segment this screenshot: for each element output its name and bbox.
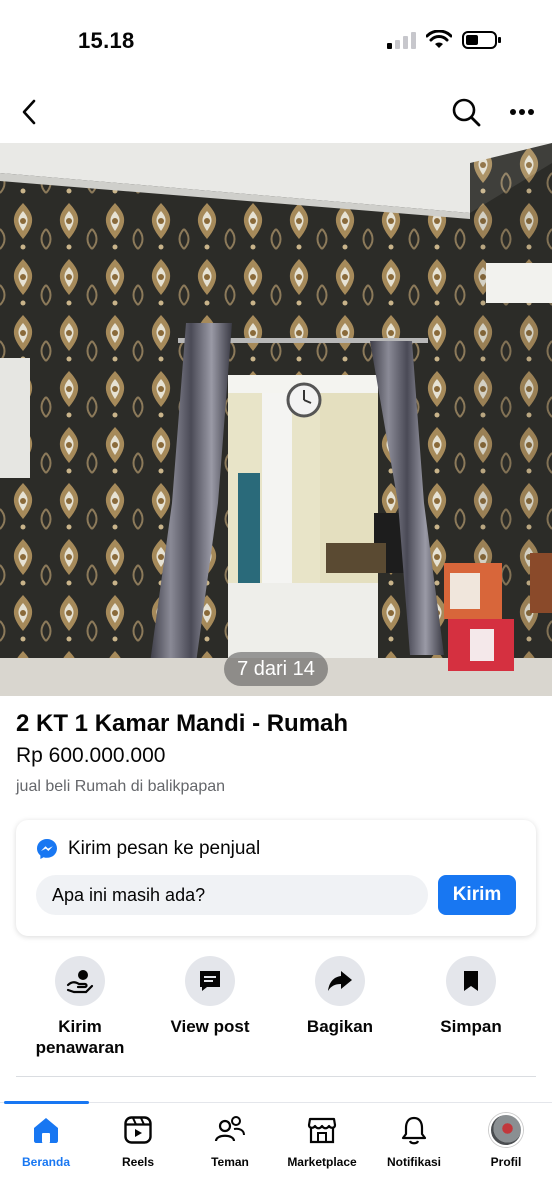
cellular-signal-icon: [387, 31, 416, 49]
reels-icon: [121, 1113, 155, 1147]
share-button[interactable]: Bagikan: [280, 956, 400, 1037]
make-offer-label: Kirim penawaran: [35, 1017, 125, 1057]
listing-photo[interactable]: [0, 143, 552, 696]
search-icon: [452, 98, 481, 127]
tab-notifications[interactable]: Notifikasi: [368, 1113, 460, 1169]
status-icons: [387, 30, 502, 50]
bell-icon: [397, 1113, 431, 1147]
offer-icon-circle: [55, 956, 105, 1006]
tab-home-label: Beranda: [21, 1155, 71, 1169]
status-bar: 15.18: [0, 0, 552, 80]
chevron-left-icon: [22, 99, 36, 125]
tab-profile[interactable]: Profil: [460, 1113, 552, 1169]
more-options-button[interactable]: [500, 90, 544, 134]
wifi-icon: [426, 30, 452, 48]
friends-icon: [213, 1113, 247, 1147]
listing-category[interactable]: jual beli Rumah di balikpapan: [16, 778, 225, 796]
tab-marketplace[interactable]: Marketplace: [276, 1113, 368, 1169]
message-card-title: Kirim pesan ke penjual: [68, 838, 261, 859]
make-offer-button[interactable]: Kirim penawaran: [20, 956, 140, 1058]
message-input[interactable]: [36, 875, 428, 915]
listing-actions: Kirim penawaran View post Bagikan Simpan: [0, 956, 552, 1066]
more-icon: [510, 109, 534, 115]
share-icon-circle: [315, 956, 365, 1006]
bookmark-icon: [464, 971, 478, 991]
room-photo-illustration: [0, 143, 552, 696]
tab-friends[interactable]: Teman: [184, 1113, 276, 1169]
listing-price: Rp 600.000.000: [16, 744, 166, 767]
back-button[interactable]: [8, 90, 52, 134]
home-icon: [29, 1113, 63, 1147]
section-divider: [16, 1076, 536, 1077]
marketplace-icon: [305, 1113, 339, 1147]
message-card-header: Kirim pesan ke penjual: [36, 838, 260, 860]
photo-counter: 7 dari 14: [224, 652, 328, 686]
send-message-button[interactable]: Kirim: [438, 875, 516, 915]
tab-profile-label: Profil: [490, 1155, 522, 1169]
post-icon: [200, 971, 220, 991]
tab-notifications-label: Notifikasi: [386, 1155, 441, 1169]
active-tab-indicator: [4, 1101, 89, 1104]
avatar: [489, 1113, 523, 1147]
search-button[interactable]: [444, 90, 488, 134]
listing-title: 2 KT 1 Kamar Mandi - Rumah: [16, 710, 349, 737]
tab-friends-label: Teman: [211, 1155, 249, 1169]
offer-icon: [66, 970, 94, 994]
messenger-icon: [37, 839, 57, 859]
tab-reels[interactable]: Reels: [92, 1113, 184, 1169]
status-time: 15.18: [78, 28, 135, 53]
message-seller-card: Kirim pesan ke penjual Kirim: [16, 820, 536, 936]
view-post-label: View post: [170, 1017, 250, 1036]
top-nav: [0, 84, 552, 140]
save-label: Simpan: [440, 1017, 502, 1036]
bookmark-icon-circle: [446, 956, 496, 1006]
post-icon-circle: [185, 956, 235, 1006]
view-post-button[interactable]: View post: [150, 956, 270, 1037]
share-label: Bagikan: [306, 1017, 374, 1036]
tab-home[interactable]: Beranda: [0, 1113, 92, 1169]
tab-reels-label: Reels: [121, 1155, 155, 1169]
bottom-tab-bar: Beranda Reels Teman Marketplace Notifika…: [0, 1101, 552, 1200]
profile-avatar-wrap: [489, 1113, 523, 1147]
tab-marketplace-label: Marketplace: [287, 1155, 357, 1169]
battery-icon: [462, 31, 501, 49]
share-icon: [328, 971, 352, 991]
save-button[interactable]: Simpan: [411, 956, 531, 1037]
